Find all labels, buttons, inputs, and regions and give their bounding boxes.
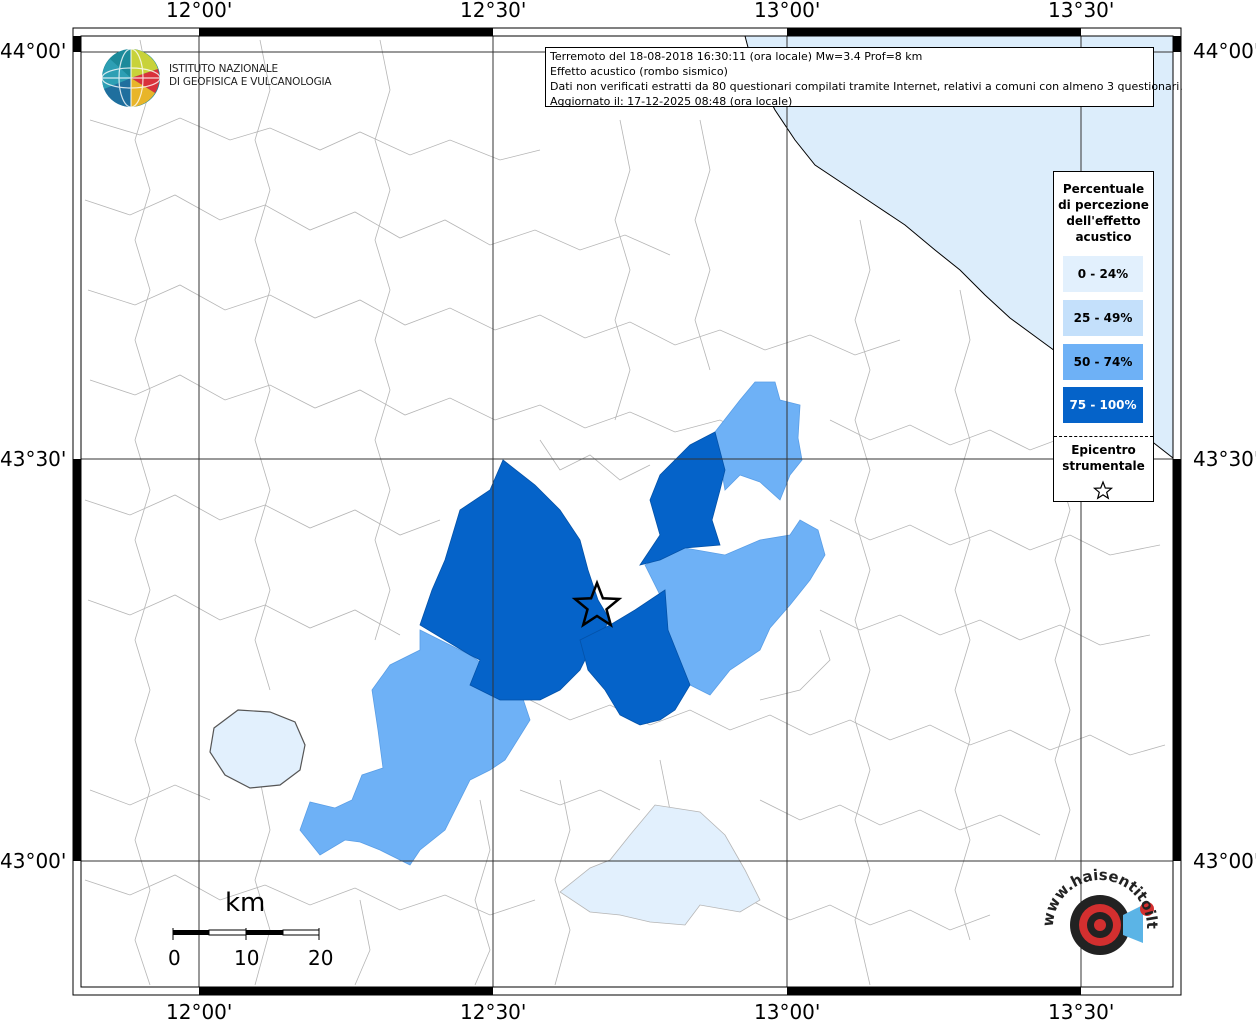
legend-title-line-4: acustico — [1075, 230, 1132, 244]
logo-line-2: DI GEOFISICA E VULCANOLOGIA — [169, 76, 332, 88]
event-info-box: Terremoto del 18-08-2018 16:30:11 (ora l… — [545, 47, 1183, 108]
logo-line-1: ISTITUTO NAZIONALE — [169, 63, 278, 75]
legend-class-3: 50 - 74% — [1063, 344, 1143, 380]
lat-label-right-1: 44°00' — [1193, 39, 1256, 63]
legend-title-line-3: dell'effetto — [1066, 214, 1141, 228]
scale-tick-20: 20 — [308, 946, 334, 970]
legend-class-2: 25 - 49% — [1063, 300, 1143, 336]
scale-bar-graphic — [172, 928, 320, 940]
scale-unit: km — [225, 888, 266, 918]
legend: Percentuale di percezione dell'effetto a… — [1053, 171, 1154, 502]
lon-label-bottom-3: 13°00' — [754, 1000, 821, 1024]
legend-star-icon — [1092, 480, 1114, 500]
legend-class-1: 0 - 24% — [1063, 256, 1143, 292]
lat-label-right-2: 43°30' — [1193, 447, 1256, 471]
legend-epicenter-line-2: strumentale — [1062, 459, 1145, 473]
ingv-logo-text: ISTITUTO NAZIONALE DI GEOFISICA E VULCAN… — [169, 63, 332, 89]
legend-title-line-1: Percentuale — [1062, 182, 1145, 196]
scale-tick-0: 0 — [168, 946, 181, 970]
event-disclaimer: Dati non verificati estratti da 80 quest… — [550, 80, 1183, 93]
lon-label-top-4: 13°30' — [1048, 0, 1115, 22]
lon-label-top-3: 13°00' — [754, 0, 821, 22]
lon-label-top-2: 12°30' — [460, 0, 527, 22]
legend-title: Percentuale di percezione dell'effetto a… — [1054, 181, 1153, 245]
event-updated: Aggiornato il: 17-12-2025 08:48 (ora loc… — [550, 95, 793, 108]
legend-title-line-2: di percezione — [1058, 198, 1149, 212]
lat-label-left-1: 44°00' — [0, 39, 67, 63]
lon-label-bottom-4: 13°30' — [1048, 1000, 1115, 1024]
legend-separator — [1054, 436, 1153, 437]
lat-label-right-3: 43°00' — [1193, 849, 1256, 873]
ingv-logo-icon — [101, 48, 161, 108]
lon-label-top-1: 12°00' — [166, 0, 233, 22]
lon-label-bottom-2: 12°30' — [460, 1000, 527, 1024]
lat-label-left-2: 43°30' — [0, 447, 67, 471]
scale-tick-10: 10 — [234, 946, 260, 970]
lat-label-left-3: 43°00' — [0, 849, 67, 873]
lon-label-bottom-1: 12°00' — [166, 1000, 233, 1024]
legend-epicenter-label: Epicentro strumentale — [1054, 442, 1153, 474]
legend-epicenter-line-1: Epicentro — [1071, 443, 1136, 457]
event-subtitle: Effetto acustico (rombo sismico) — [550, 65, 728, 78]
haisentito-logo-icon: www.haisentitoilterremoto.it — [1035, 865, 1161, 955]
scale-bar: km 0 10 20 — [160, 888, 340, 978]
legend-class-4: 75 - 100% — [1063, 387, 1143, 423]
event-title: Terremoto del 18-08-2018 16:30:11 (ora l… — [550, 50, 923, 63]
